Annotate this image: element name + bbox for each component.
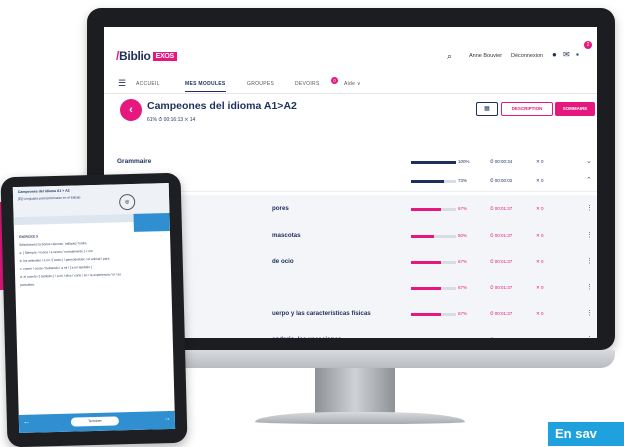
progress-bar — [411, 180, 456, 183]
tablet-title: Campeones del idioma A1 > A2 — [17, 188, 70, 194]
error-count: ✕ 0 — [536, 285, 544, 290]
next-arrow-icon[interactable]: → — [164, 415, 171, 422]
prev-arrow-icon[interactable]: ← — [23, 419, 30, 426]
devoirs-badge: 0 — [331, 77, 338, 84]
row-label: endario, las vacaciones — [272, 336, 341, 338]
tablet-screen: Campeones del idioma A1 > A2 [Ej] Lengua… — [12, 183, 176, 434]
progress-fill — [411, 287, 442, 290]
tablet-frame: Campeones del idioma A1 > A2 [Ej] Lengua… — [0, 172, 188, 447]
tablet-exercise: EXERCICE 5 Sélectionnez la bonne réponse… — [19, 229, 168, 289]
section-row[interactable]: Grammaire 100% ⏱ 00:00:34 ✕ 0 ⌄ — [104, 153, 597, 172]
tablet-subtitle: [Ej] Lenguajes para Entrenarse en el tra… — [18, 195, 81, 201]
error-count: ✕ 0 — [536, 233, 544, 238]
expand-chevron-icon[interactable]: ⌄ — [586, 157, 592, 165]
time-spent: ⏱ 00:01:37 — [490, 311, 513, 316]
app-logo[interactable]: /Biblio EXOS — [116, 49, 177, 63]
time-spent: ⏱ 00:01:37 — [490, 206, 513, 211]
finish-button[interactable]: Terminer — [70, 416, 120, 427]
progress-fill — [411, 180, 444, 183]
top-bar: /Biblio EXOS ⌕ Anne Bouvier Déconnexion ●… — [104, 27, 597, 71]
error-count: ✕ 0 — [536, 337, 544, 338]
summary-button[interactable]: SOMMAIRE — [555, 102, 595, 116]
progress-bar — [411, 261, 456, 264]
nav-groupes[interactable]: GROUPES — [247, 81, 274, 87]
progress-percent: 67% — [458, 285, 468, 290]
progress-bar — [411, 235, 456, 238]
course-title: Campeones del idioma A1>A2 — [147, 100, 297, 112]
progress-percent: 67% — [458, 206, 468, 211]
grid-view-button[interactable]: ▦ — [476, 102, 498, 116]
more-options-icon[interactable]: ⋮ — [586, 231, 593, 239]
more-options-icon[interactable]: ⋮ — [586, 309, 593, 317]
progress-percent: 50% — [458, 233, 468, 238]
row-label: uerpo y las características físicas — [272, 310, 371, 317]
learn-more-button[interactable]: En sav — [548, 422, 624, 446]
progress-bar — [411, 287, 456, 290]
error-count: ✕ 0 — [536, 311, 544, 316]
notification-badge: 2 — [584, 41, 592, 49]
error-count: ✕ 0 — [536, 159, 544, 164]
description-button[interactable]: DESCRIPTION — [501, 102, 553, 116]
menu-icon[interactable]: ☰ — [118, 78, 126, 89]
tablet-header: Campeones del idioma A1 > A2 [Ej] Lengua… — [12, 183, 170, 218]
row-label: Grammaire — [117, 158, 152, 165]
progress-fill — [411, 161, 456, 164]
row-label: de ocio — [272, 258, 294, 265]
progress-percent: 50% — [458, 337, 467, 338]
time-spent: ⏱ 00:01:37 — [490, 337, 512, 338]
header-icons[interactable]: ● ✉ ▪ — [552, 50, 581, 59]
logout-link[interactable]: Déconnexion — [511, 53, 543, 59]
logo-text: Biblio — [119, 49, 151, 63]
more-options-icon[interactable]: ⋮ — [586, 335, 593, 338]
time-spent: ⏱ 00:00:02 — [490, 178, 513, 183]
time-spent: ⏱ 00:01:37 — [490, 233, 513, 238]
back-button[interactable]: ‹ — [120, 99, 142, 121]
monitor-stand — [315, 368, 395, 416]
time-spent: ⏱ 00:00:34 — [490, 159, 513, 164]
progress-percent: 67% — [458, 259, 468, 264]
progress-bar — [411, 161, 456, 164]
expand-chevron-icon[interactable]: ⌃ — [586, 176, 592, 184]
logo-badge: EXOS — [152, 52, 177, 61]
tablet-logo-icon: ◎ — [118, 193, 136, 211]
row-label: pores — [272, 205, 289, 212]
more-options-icon[interactable]: ⋮ — [586, 204, 593, 212]
nav-aide[interactable]: Aide ∨ — [344, 81, 361, 87]
more-options-icon[interactable]: ⋮ — [586, 257, 593, 265]
error-count: ✕ 0 — [536, 259, 544, 264]
main-nav: ☰ ACCUEIL MES MODULES GROUPES DEVOIRS 0 … — [104, 75, 597, 94]
progress-fill — [411, 208, 442, 211]
time-spent: ⏱ 00:01:37 — [490, 285, 513, 290]
course-meta: 61% ⏱ 00:16:13 ✕ 14 — [147, 117, 196, 123]
progress-bar — [411, 313, 456, 316]
more-options-icon[interactable]: ⋮ — [586, 283, 593, 291]
progress-fill — [411, 235, 434, 238]
error-count: ✕ 0 — [536, 178, 544, 183]
progress-percent: 67% — [458, 311, 468, 316]
progress-bar — [411, 208, 456, 211]
monitor-base — [255, 412, 465, 424]
user-name[interactable]: Anne Bouvier — [469, 53, 502, 59]
error-count: ✕ 0 — [536, 206, 544, 211]
tablet-footer: ← Terminer → — [18, 410, 176, 434]
search-icon[interactable]: ⌕ — [447, 51, 452, 62]
time-spent: ⏱ 00:01:37 — [490, 259, 513, 264]
row-label: mascotas — [272, 232, 301, 239]
progress-fill — [411, 261, 442, 264]
nav-accueil[interactable]: ACCUEIL — [136, 81, 160, 87]
progress-fill — [411, 313, 442, 316]
progress-percent: 73% — [458, 178, 468, 183]
nav-devoirs[interactable]: DEVOIRS — [295, 81, 320, 87]
progress-percent: 100% — [458, 159, 470, 164]
nav-mes-modules[interactable]: MES MODULES — [185, 81, 226, 92]
